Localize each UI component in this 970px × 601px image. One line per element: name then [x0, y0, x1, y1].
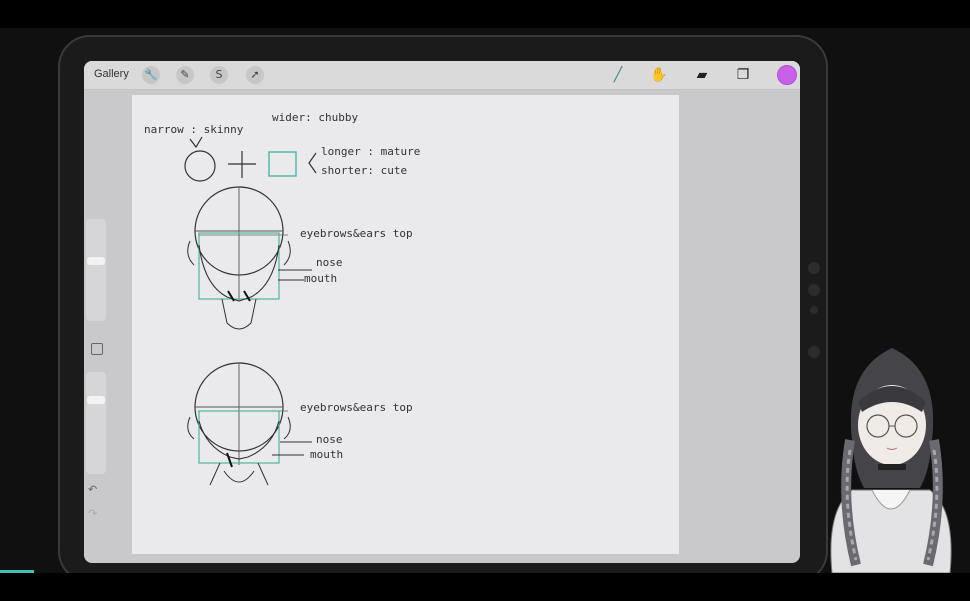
- head1-brows-label: eyebrows&ears top: [300, 227, 413, 240]
- bracket-mark: [308, 152, 317, 174]
- procreate-screen: Gallery 🔧 ✎ S ➚ ╱ ✋ ▰ ❐ ↶ ↷ narrow : ski…: [84, 61, 800, 563]
- head2-brows-label: eyebrows&ears top: [300, 401, 413, 414]
- adjustments-wand-icon[interactable]: ✎: [176, 66, 194, 84]
- smudge-icon[interactable]: ✋: [650, 66, 668, 84]
- gallery-button[interactable]: Gallery: [94, 68, 129, 80]
- head-sketch-2: [187, 362, 312, 486]
- selection-s-icon[interactable]: S: [210, 66, 228, 84]
- head2-nose-label: nose: [316, 433, 343, 446]
- head2-mouth-label: mouth: [310, 448, 343, 461]
- head1-nose-label: nose: [316, 256, 343, 269]
- sketch-layer: narrow : skinny wider: chubby longer : m…: [144, 111, 420, 486]
- opacity-slider[interactable]: [86, 372, 106, 474]
- left-sidebar: ↶ ↷: [84, 219, 108, 535]
- narrow-skinny-note: narrow : skinny: [144, 123, 244, 136]
- brush-size-slider[interactable]: [86, 219, 106, 321]
- undo-icon[interactable]: ↶: [88, 483, 97, 496]
- drawing-canvas[interactable]: narrow : skinny wider: chubby longer : m…: [132, 95, 679, 554]
- layers-icon[interactable]: ❐: [734, 66, 752, 84]
- transform-arrow-icon[interactable]: ➚: [246, 66, 264, 84]
- top-letterbox: [0, 0, 970, 28]
- check-mark: [189, 136, 203, 149]
- eyedropper-square-button[interactable]: [91, 343, 103, 355]
- plus-sign: [228, 151, 256, 178]
- actions-wrench-icon[interactable]: 🔧: [142, 66, 160, 84]
- color-picker-swatch[interactable]: [777, 65, 797, 85]
- brush-icon[interactable]: ╱: [609, 66, 627, 84]
- opacity-thumb[interactable]: [87, 396, 105, 404]
- vtuber-avatar: [830, 348, 952, 573]
- head1-mouth-label: mouth: [304, 272, 337, 285]
- redo-icon[interactable]: ↷: [88, 507, 97, 520]
- brush-size-thumb[interactable]: [87, 257, 105, 265]
- stream-progress-bar: [0, 570, 34, 573]
- circle-shape: [184, 150, 216, 182]
- square-shape: [268, 151, 297, 177]
- shorter-cute-note: shorter: cute: [321, 164, 407, 177]
- eraser-icon[interactable]: ▰: [693, 66, 711, 84]
- top-toolbar: Gallery 🔧 ✎ S ➚ ╱ ✋ ▰ ❐: [84, 61, 800, 90]
- longer-mature-note: longer : mature: [321, 145, 420, 158]
- wider-chubby-note: wider: chubby: [272, 111, 358, 124]
- head-sketch-1: [187, 186, 312, 330]
- bottom-letterbox: [0, 573, 970, 601]
